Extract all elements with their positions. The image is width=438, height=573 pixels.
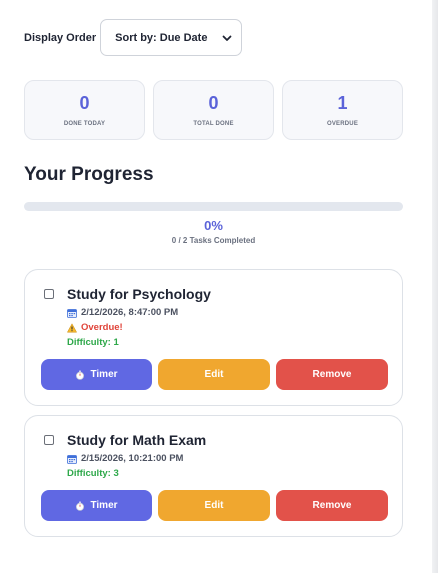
timer-button-label: Timer xyxy=(90,500,118,511)
progress-percent: 0% xyxy=(204,218,223,233)
sort-select[interactable]: Sort by: Due Date xyxy=(100,19,243,56)
task-date-text: 2/15/2026, 10:21:00 PM xyxy=(81,453,184,464)
remove-button[interactable]: Remove xyxy=(276,490,388,521)
scrollbar-edge[interactable] xyxy=(432,0,438,573)
edit-button[interactable]: Edit xyxy=(158,490,270,521)
chevron-down-icon xyxy=(222,35,232,41)
edit-button-label: Edit xyxy=(204,369,224,380)
edit-button[interactable]: Edit xyxy=(158,359,270,390)
stat-label: DONE TODAY xyxy=(63,121,106,127)
stat-total-done: 0 TOTAL DONE xyxy=(153,80,274,140)
task-card: Study for Psychology 2/12/2026, 8:47:00 … xyxy=(24,269,403,406)
stat-label: OVERDUE xyxy=(326,121,359,127)
task-complete-checkbox[interactable] xyxy=(44,435,54,445)
stat-value: 1 xyxy=(337,93,348,113)
calendar-icon xyxy=(67,454,77,464)
progress-summary: 0 / 2 Tasks Completed xyxy=(171,236,256,245)
remove-button-label: Remove xyxy=(312,500,352,511)
timer-button[interactable]: Timer xyxy=(41,359,152,390)
display-order-label: Display Order xyxy=(24,31,97,44)
task-overdue-text: Overdue! xyxy=(81,322,123,333)
stat-value: 0 xyxy=(79,93,90,113)
task-card: Study for Math Exam 2/15/2026, 10:21:00 … xyxy=(24,415,403,537)
task-title: Study for Psychology xyxy=(67,286,211,302)
stat-done-today: 0 DONE TODAY xyxy=(24,80,145,140)
warning-icon xyxy=(67,322,77,332)
task-due-date: 2/12/2026, 8:47:00 PM xyxy=(67,307,178,318)
task-due-date: 2/15/2026, 10:21:00 PM xyxy=(67,453,183,464)
progress-bar xyxy=(24,202,403,211)
task-title: Study for Math Exam xyxy=(67,432,207,448)
stopwatch-icon xyxy=(76,501,85,511)
remove-button[interactable]: Remove xyxy=(276,359,388,390)
timer-button[interactable]: Timer xyxy=(41,490,152,521)
task-actions: Timer Edit Remove xyxy=(41,490,388,521)
stat-label: TOTAL DONE xyxy=(193,121,234,127)
sort-select-value: Sort by: Due Date xyxy=(115,31,208,44)
task-actions: Timer Edit Remove xyxy=(41,359,388,390)
task-date-text: 2/12/2026, 8:47:00 PM xyxy=(81,307,179,318)
task-overdue-notice: Overdue! xyxy=(67,322,123,333)
calendar-icon xyxy=(67,308,77,318)
task-difficulty: Difficulty: 3 xyxy=(67,468,119,479)
task-app: Display Order Sort by: Due Date 0 DONE T… xyxy=(0,0,438,573)
edit-button-label: Edit xyxy=(204,500,224,511)
task-difficulty: Difficulty: 1 xyxy=(67,337,119,348)
display-order-row: Display Order Sort by: Due Date xyxy=(24,19,243,56)
timer-button-label: Timer xyxy=(90,369,118,380)
stopwatch-icon xyxy=(76,370,85,380)
task-complete-checkbox[interactable] xyxy=(44,289,54,299)
progress-title: Your Progress xyxy=(24,164,154,185)
remove-button-label: Remove xyxy=(312,369,352,380)
stat-overdue: 1 OVERDUE xyxy=(282,80,403,140)
stats-row: 0 DONE TODAY 0 TOTAL DONE 1 OVERDUE xyxy=(24,80,403,140)
stat-value: 0 xyxy=(208,93,219,113)
